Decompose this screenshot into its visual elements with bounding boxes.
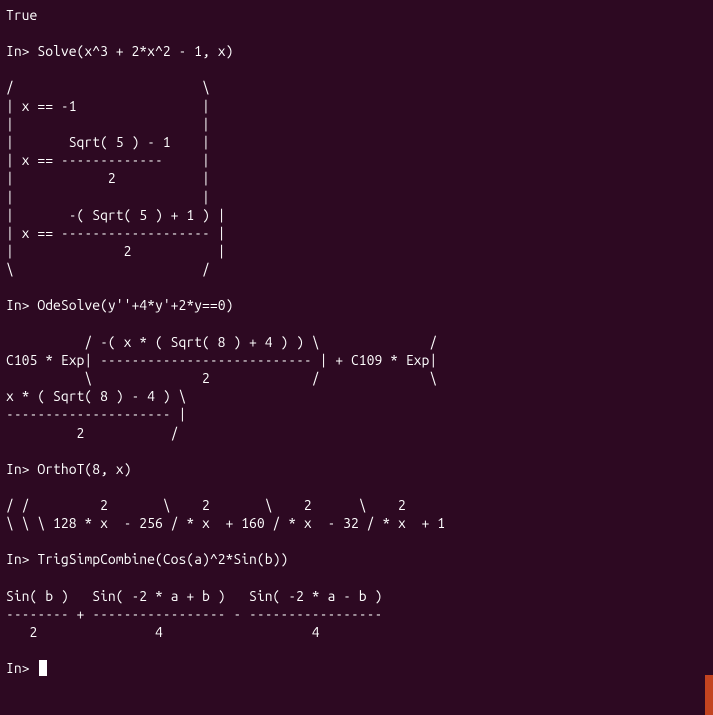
prompt: In> xyxy=(6,461,30,477)
output-line: Sin( b ) Sin( -2 * a + b ) Sin( -2 * a -… xyxy=(6,587,707,605)
output-line: -------- + ----------------- - ---------… xyxy=(6,605,707,623)
spacer xyxy=(6,478,707,496)
prev-output: True xyxy=(6,6,707,24)
active-prompt-line[interactable]: In> xyxy=(6,659,707,677)
output-block-2: / -( x * ( Sqrt( 8 ) + 4 ) ) \ / C105 * … xyxy=(6,333,707,442)
prompt: In> xyxy=(6,297,30,313)
output-line: | 2 | xyxy=(6,242,707,260)
spacer xyxy=(6,569,707,587)
output-line: / -( x * ( Sqrt( 8 ) + 4 ) ) \ / xyxy=(6,333,707,351)
output-line: | | xyxy=(6,115,707,133)
output-line: / / 2 \ 2 \ 2 \ 2 xyxy=(6,496,707,514)
command-input: Solve(x^3 + 2*x^2 - 1, x) xyxy=(37,43,233,59)
spacer xyxy=(6,24,707,42)
command-input: TrigSimpCombine(Cos(a)^2*Sin(b)) xyxy=(37,551,288,567)
prompt: In> xyxy=(6,43,30,59)
output-line: \ \ \ 128 * x - 256 / * x + 160 / * x - … xyxy=(6,514,707,532)
command-line-1: In> Solve(x^3 + 2*x^2 - 1, x) xyxy=(6,42,707,60)
output-line: 2 / xyxy=(6,424,707,442)
output-line: | x == ------------- | xyxy=(6,151,707,169)
output-line: 2 4 4 xyxy=(6,623,707,641)
spacer xyxy=(6,315,707,333)
scrollbar-handle[interactable] xyxy=(705,675,713,715)
output-line: --------------------- | xyxy=(6,405,707,423)
terminal-cursor[interactable] xyxy=(39,660,47,676)
output-line: x * ( Sqrt( 8 ) - 4 ) \ xyxy=(6,387,707,405)
spacer xyxy=(6,278,707,296)
spacer xyxy=(6,532,707,550)
output-block-1: / \ | x == -1 | | | | Sqrt( 5 ) - 1 | | … xyxy=(6,78,707,278)
output-block-3: / / 2 \ 2 \ 2 \ 2 \ \ \ 128 * x - 256 / … xyxy=(6,496,707,532)
output-line: | 2 | xyxy=(6,169,707,187)
output-line: \ 2 / \ xyxy=(6,369,707,387)
spacer xyxy=(6,60,707,78)
command-input: OrthoT(8, x) xyxy=(37,461,131,477)
command-line-2: In> OdeSolve(y''+4*y'+2*y==0) xyxy=(6,296,707,314)
output-line: / \ xyxy=(6,78,707,96)
output-line: | -( Sqrt( 5 ) + 1 ) | xyxy=(6,206,707,224)
prompt: In> xyxy=(6,659,30,677)
output-line: | Sqrt( 5 ) - 1 | xyxy=(6,133,707,151)
output-line: | | xyxy=(6,188,707,206)
prompt: In> xyxy=(6,551,30,567)
prompt-space xyxy=(30,659,38,677)
output-line: C105 * Exp| --------------------------- … xyxy=(6,351,707,369)
command-input: OdeSolve(y''+4*y'+2*y==0) xyxy=(37,297,233,313)
output-line: | x == ------------------- | xyxy=(6,224,707,242)
spacer xyxy=(6,442,707,460)
output-line: | x == -1 | xyxy=(6,97,707,115)
output-block-4: Sin( b ) Sin( -2 * a + b ) Sin( -2 * a -… xyxy=(6,587,707,642)
command-line-4: In> TrigSimpCombine(Cos(a)^2*Sin(b)) xyxy=(6,550,707,568)
output-line: \ / xyxy=(6,260,707,278)
command-line-3: In> OrthoT(8, x) xyxy=(6,460,707,478)
spacer xyxy=(6,641,707,659)
